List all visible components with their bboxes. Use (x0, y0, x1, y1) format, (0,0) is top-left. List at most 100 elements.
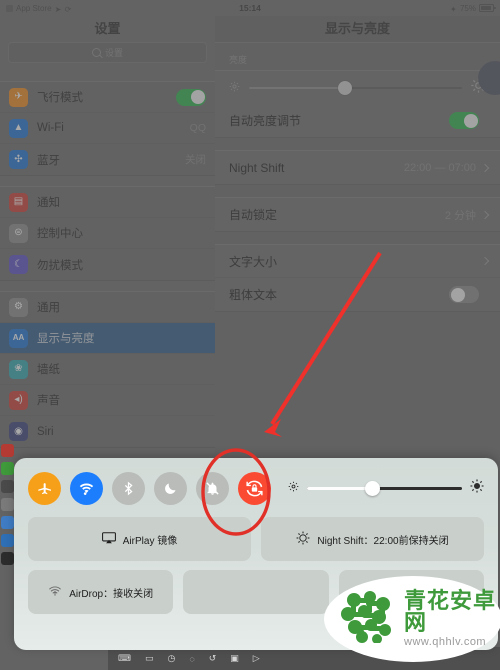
sidebar-item-label: Wi-Fi (37, 122, 64, 134)
chevron-right-icon (480, 256, 490, 266)
sidebar-item-label: 显示与亮度 (37, 333, 95, 345)
siri-icon: ◉ (9, 422, 28, 441)
text-size-row[interactable]: 文字大小 (215, 245, 500, 278)
night-shift-value: 22:00 — 07:00 (403, 161, 476, 174)
airplane-mode-button[interactable] (28, 471, 61, 505)
dock-icon-6[interactable]: ▣ (230, 653, 239, 664)
sidebar-item-sounds[interactable]: ◂) 声音 (0, 385, 215, 416)
auto-brightness-switch[interactable] (449, 112, 479, 129)
wifi-button[interactable] (70, 471, 103, 505)
night-shift-tile-label: Night Shift：22:00前保持关闭 (317, 535, 449, 547)
watermark-url: www.qhhlv.com (404, 636, 487, 648)
watermark-logo-icon (338, 590, 398, 648)
auto-brightness-row[interactable]: 自动亮度调节 (215, 104, 500, 137)
night-shift-label: Night Shift (229, 160, 285, 175)
text-size-label: 文字大小 (229, 254, 278, 269)
sidebar-group-general: ⚙ 通用 AA 显示与亮度 ❀ 墙纸 ◂) 声音 ◉ Siri (0, 291, 215, 448)
dock-icon-2[interactable]: ▭ (145, 653, 154, 664)
brightness-slider-row[interactable] (215, 71, 500, 104)
sidebar-item-display-brightness[interactable]: AA 显示与亮度 (0, 323, 215, 354)
search-icon (91, 48, 101, 57)
sidebar-item-wallpaper[interactable]: ❀ 墙纸 (0, 354, 215, 385)
sidebar-item-control-center[interactable]: ⊜ 控制中心 (0, 218, 215, 249)
cc-brightness-track[interactable] (307, 480, 462, 496)
search-input[interactable]: 设置 (8, 42, 207, 63)
text-card: 文字大小 粗体文本 (215, 244, 500, 312)
sidebar-group-system: ▤ 通知 ⊜ 控制中心 ☾ 勿扰模式 (0, 186, 215, 281)
bold-text-row[interactable]: 粗体文本 (215, 278, 500, 311)
airdrop-icon (48, 584, 62, 601)
sidebar-item-airplane-mode[interactable]: ✈ 飞行模式 (0, 82, 215, 113)
sidebar-group-connectivity: ✈ 飞行模式 ▲ Wi-Fi QQ ✣ 蓝牙 关闭 (0, 81, 215, 176)
auto-lock-value: 2 分钟 (444, 209, 476, 222)
bold-text-label: 粗体文本 (229, 288, 278, 302)
chevron-right-icon (480, 163, 490, 172)
gear-icon: ⚙ (9, 297, 28, 317)
bluetooth-status-icon: ✦ (449, 4, 457, 14)
sidebar-item-label: 墙纸 (37, 364, 60, 376)
sidebar-item-do-not-disturb[interactable]: ☾ 勿扰模式 (0, 249, 215, 280)
do-not-disturb-button[interactable] (154, 471, 187, 505)
cc-brightness-thumb[interactable] (364, 480, 380, 496)
airdrop-tile[interactable]: AirDrop：接收关闭 (28, 570, 174, 614)
dock-icon-4[interactable]: ◌ (189, 654, 194, 664)
night-shift-icon (296, 531, 310, 548)
sidebar-item-general[interactable]: ⚙ 通用 (0, 292, 215, 323)
watermark-title: 青花安卓网 (404, 588, 497, 635)
auto-lock-label: 自动锁定 (229, 208, 278, 222)
watermark-text: 青花安卓网 www.qhhlv.com (404, 590, 500, 648)
status-bar-right: ✦ 75% (449, 3, 496, 14)
bluetooth-icon: ✣ (9, 150, 28, 169)
airplay-tile[interactable]: AirPlay 镜像 (28, 517, 251, 561)
airplane-mode-switch[interactable] (176, 88, 206, 106)
bold-text-switch[interactable] (449, 286, 479, 303)
auto-lock-card: 自动锁定 2 分钟 (215, 197, 500, 232)
wifi-value: QQ (189, 122, 206, 134)
auto-lock-row[interactable]: 自动锁定 2 分钟 (215, 198, 500, 231)
dock-icon-1[interactable]: ⌨ (118, 653, 131, 664)
airplay-icon (101, 531, 116, 547)
sidebar-item-label: Siri (37, 425, 54, 438)
sun-large-icon (470, 478, 484, 498)
notification-icon: ▤ (9, 192, 28, 212)
dock-icon-7[interactable]: ▷ (253, 653, 260, 664)
sun-small-icon (229, 79, 240, 97)
mute-button[interactable] (196, 471, 229, 505)
airplay-tile-label: AirPlay 镜像 (122, 535, 178, 547)
sidebar-item-notifications[interactable]: ▤ 通知 (0, 187, 215, 218)
control-center-toggle-row (28, 468, 484, 508)
bluetooth-button[interactable] (112, 471, 145, 505)
watermark: 青花安卓网 www.qhhlv.com (324, 576, 500, 662)
airdrop-tile-label: AirDrop：接收关闭 (69, 588, 154, 600)
night-shift-tile[interactable]: Night Shift：22:00前保持关闭 (261, 517, 484, 561)
sidebar-item-label: 勿扰模式 (37, 259, 83, 272)
quick-tile-1[interactable] (183, 570, 329, 614)
sidebar-item-wifi[interactable]: ▲ Wi-Fi QQ (0, 113, 215, 144)
rotation-lock-button[interactable] (238, 471, 271, 505)
sidebar-item-siri[interactable]: ◉ Siri (0, 416, 215, 447)
brightness-slider-track[interactable] (249, 80, 462, 95)
dock-icon-3[interactable]: ◷ (168, 653, 176, 664)
search-placeholder: 设置 (104, 48, 123, 58)
bluetooth-value: 关闭 (185, 154, 206, 166)
sidebar-item-label: 蓝牙 (37, 154, 60, 167)
sidebar-item-label: 飞行模式 (37, 92, 83, 104)
battery-icon (479, 4, 496, 12)
wifi-icon: ▲ (9, 118, 28, 138)
dock-icon-5[interactable]: ↺ (209, 653, 217, 664)
status-bar-clock: 15:14 (239, 3, 261, 13)
brightness-card: 自动亮度调节 (215, 70, 500, 138)
sidebar-search-wrap: 设置 (0, 42, 215, 71)
battery-percent-label: 75% (459, 3, 476, 13)
wallpaper-icon: ❀ (9, 359, 28, 379)
night-shift-card: Night Shift 22:00 — 07:00 (215, 150, 500, 185)
night-shift-row[interactable]: Night Shift 22:00 — 07:00 (215, 151, 500, 184)
page-title: 显示与亮度 (324, 21, 390, 36)
control-center-brightness-slider[interactable] (288, 478, 484, 498)
auto-brightness-label: 自动亮度调节 (229, 114, 302, 128)
sidebar-item-label: 通用 (37, 302, 60, 314)
airplane-icon: ✈ (9, 87, 28, 107)
brightness-slider-thumb[interactable] (337, 80, 352, 95)
sidebar-item-bluetooth[interactable]: ✣ 蓝牙 关闭 (0, 144, 215, 175)
speaker-icon: ◂) (9, 390, 28, 410)
